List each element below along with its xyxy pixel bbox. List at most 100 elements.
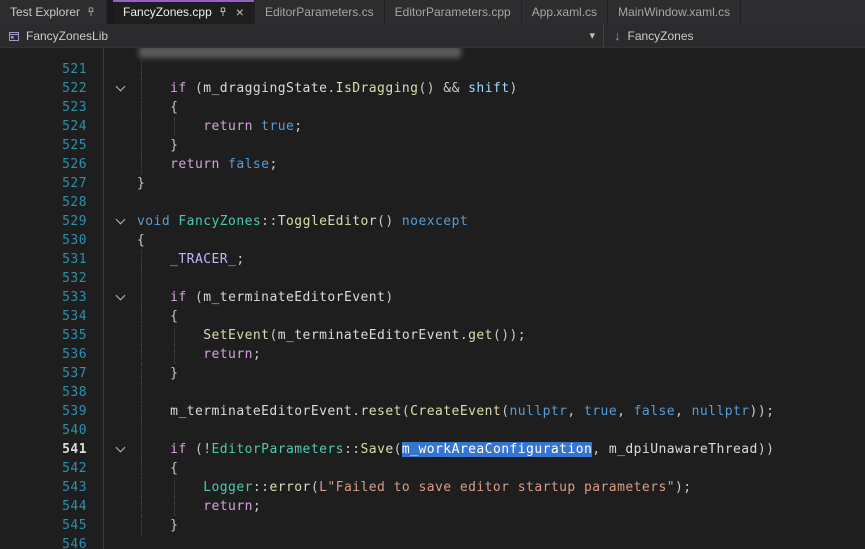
fold-margin (104, 174, 137, 193)
code-text[interactable] (137, 421, 865, 440)
code-line: 537 } (0, 364, 865, 383)
tab-label: MainWindow.xaml.cs (618, 5, 730, 19)
tab-label: EditorParameters.cpp (395, 5, 511, 19)
code-line: 541 if (!EditorParameters::Save(m_workAr… (0, 440, 865, 459)
tab-test-explorer[interactable]: Test Explorer (0, 0, 107, 24)
code-text[interactable] (137, 193, 865, 212)
code-text[interactable]: } (137, 516, 865, 535)
code-line: 534 { (0, 307, 865, 326)
code-line: 532 (0, 269, 865, 288)
code-text[interactable] (137, 60, 865, 79)
line-number: 542 (0, 459, 104, 478)
code-line: 542 { (0, 459, 865, 478)
tab-fancyzones-cpp[interactable]: FancyZones.cpp× (113, 0, 255, 24)
code-text[interactable]: } (137, 174, 865, 193)
chevron-down-icon: ▾ (589, 29, 595, 42)
code-text[interactable]: return; (137, 497, 865, 516)
tab-label: EditorParameters.cs (265, 5, 374, 19)
fold-chevron-icon[interactable] (116, 215, 126, 225)
indent-guide (141, 383, 142, 402)
code-text[interactable]: if (m_draggingState.IsDragging() && shif… (137, 79, 865, 98)
tab-editorparameters-cs[interactable]: EditorParameters.cs (255, 0, 385, 24)
line-number: 528 (0, 193, 104, 212)
code-text[interactable]: return false; (137, 155, 865, 174)
code-line: 528 (0, 193, 865, 212)
code-line: 533 if (m_terminateEditorEvent) (0, 288, 865, 307)
project-dropdown[interactable]: FancyZonesLib ▾ (0, 24, 604, 47)
code-text[interactable]: m_terminateEditorEvent.reset(CreateEvent… (137, 402, 865, 421)
line-number: 525 (0, 136, 104, 155)
fold-margin (104, 60, 137, 79)
code-text[interactable]: } (137, 136, 865, 155)
fold-chevron-icon[interactable] (116, 291, 126, 301)
line-number: 546 (0, 535, 104, 549)
code-text[interactable]: SetEvent(m_terminateEditorEvent.get()); (137, 326, 865, 345)
tab-editorparameters-cpp[interactable]: EditorParameters.cpp (385, 0, 522, 24)
fold-chevron-icon[interactable] (116, 82, 126, 92)
line-number: 529 (0, 212, 104, 231)
fold-margin (104, 307, 137, 326)
code-text[interactable] (137, 269, 865, 288)
fold-margin (104, 345, 137, 364)
code-text[interactable]: { (137, 98, 865, 117)
fold-margin (104, 155, 137, 174)
fold-margin (104, 48, 137, 60)
fold-margin (104, 117, 137, 136)
code-text[interactable]: if (m_terminateEditorEvent) (137, 288, 865, 307)
member-name: FancyZones (628, 29, 694, 43)
code-text[interactable]: Logger::error(L"Failed to save editor st… (137, 478, 865, 497)
tab-mainwindow-xaml-cs[interactable]: MainWindow.xaml.cs (608, 0, 741, 24)
code-line: 530 { (0, 231, 865, 250)
line-number: 535 (0, 326, 104, 345)
fold-margin (104, 383, 137, 402)
member-arrow-icon: ↓ (614, 28, 621, 43)
code-text[interactable]: { (137, 459, 865, 478)
code-text[interactable] (137, 48, 865, 60)
code-text[interactable] (137, 535, 865, 549)
project-name: FancyZonesLib (26, 29, 108, 43)
close-icon[interactable]: × (234, 5, 244, 19)
fold-chevron-icon[interactable] (116, 443, 126, 453)
code-line: 538 (0, 383, 865, 402)
pin-icon[interactable] (218, 7, 228, 17)
indent-guide (141, 421, 142, 440)
code-text[interactable] (137, 383, 865, 402)
code-text[interactable]: _TRACER_; (137, 250, 865, 269)
code-text[interactable]: if (!EditorParameters::Save(m_workAreaCo… (137, 440, 865, 459)
line-number: 543 (0, 478, 104, 497)
code-line: 540 (0, 421, 865, 440)
tab-label: App.xaml.cs (532, 5, 597, 19)
code-line: 529 void FancyZones::ToggleEditor() noexc… (0, 212, 865, 231)
code-lines: 521522 if (m_draggingState.IsDragging() … (0, 48, 865, 549)
line-number: 533 (0, 288, 104, 307)
tab-label: Test Explorer (10, 5, 80, 19)
code-editor[interactable]: 521522 if (m_draggingState.IsDragging() … (0, 48, 865, 549)
code-line: 536 return; (0, 345, 865, 364)
fold-margin (104, 136, 137, 155)
code-line: 526 return false; (0, 155, 865, 174)
navigation-bar: FancyZonesLib ▾ ↓ FancyZones (0, 24, 865, 48)
code-line: 524 return true; (0, 117, 865, 136)
code-text[interactable]: void FancyZones::ToggleEditor() noexcept (137, 212, 865, 231)
code-text[interactable]: { (137, 307, 865, 326)
code-line: 546 (0, 535, 865, 549)
fold-margin (104, 364, 137, 383)
code-text[interactable]: return; (137, 345, 865, 364)
line-number: 523 (0, 98, 104, 117)
member-dropdown[interactable]: ↓ FancyZones (604, 24, 865, 47)
code-line: 539 m_terminateEditorEvent.reset(CreateE… (0, 402, 865, 421)
code-text[interactable]: return true; (137, 117, 865, 136)
line-number (0, 48, 104, 60)
code-line: 545 } (0, 516, 865, 535)
code-line: 543 Logger::error(L"Failed to save edito… (0, 478, 865, 497)
line-number: 539 (0, 402, 104, 421)
code-text[interactable]: } (137, 364, 865, 383)
code-text[interactable]: { (137, 231, 865, 250)
pin-icon[interactable] (86, 7, 96, 17)
fold-margin (104, 402, 137, 421)
line-number: 530 (0, 231, 104, 250)
code-line: 531 _TRACER_; (0, 250, 865, 269)
tab-app-xaml-cs[interactable]: App.xaml.cs (522, 0, 608, 24)
line-number: 544 (0, 497, 104, 516)
code-line: 527} (0, 174, 865, 193)
